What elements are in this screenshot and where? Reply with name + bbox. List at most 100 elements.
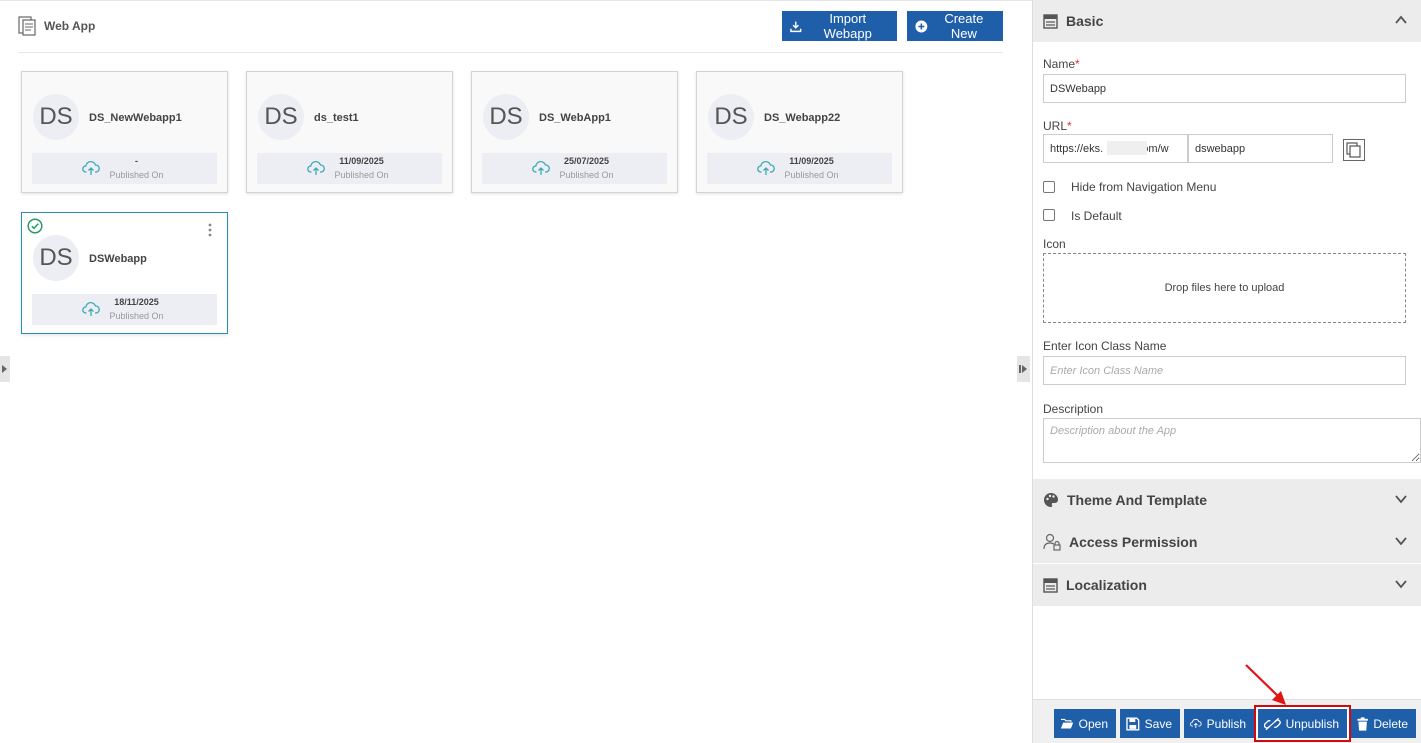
section-access-header[interactable]: Access Permission [1033,521,1421,563]
caret-right-icon [2,365,7,373]
unlink-icon [1264,717,1281,730]
card-avatar: DS [708,94,754,140]
section-basic-header[interactable]: Basic [1033,0,1421,42]
redacted-url-segment [1107,141,1147,155]
card-name: DS_Webapp22 [764,112,841,124]
delete-button[interactable]: Delete [1351,709,1416,738]
right-panel-toggle[interactable] [1017,356,1030,382]
app-root: Web App Import Webapp Create New DS DS_N… [0,0,1421,743]
page-title: Web App [44,19,96,33]
check-circle-icon [27,218,43,234]
section-localization-title: Localization [1066,577,1147,593]
copy-icon[interactable] [1343,139,1365,161]
open-label: Open [1078,716,1108,731]
card-published-date: - [135,156,138,166]
name-label-text: Name [1043,57,1076,71]
form-icon [1043,13,1058,29]
open-button[interactable]: Open [1054,709,1116,738]
palette-icon [1044,493,1058,507]
card-avatar: DS [33,94,79,140]
url-label-text: URL [1043,119,1068,133]
unpublish-label: Unpublish [1285,716,1339,731]
hide-from-nav-label: Hide from Navigation Menu [1071,180,1217,194]
card-name: DS_WebApp1 [539,112,611,124]
icon-label: Icon [1043,237,1066,251]
more-options-icon[interactable] [205,222,215,238]
card-published-info: 11/09/2025 Published On [257,153,442,184]
unpublish-button[interactable]: Unpublish [1258,709,1347,738]
card-published-info: - Published On [32,153,217,184]
form-icon [1043,577,1058,593]
dropzone-text: Drop files here to upload [1164,282,1285,294]
required-mark: * [1067,119,1072,133]
card-name: DSWebapp [89,253,147,265]
save-icon [1126,716,1140,731]
card-published-info: 11/09/2025 Published On [707,153,892,184]
create-new-button[interactable]: Create New [907,11,1003,41]
section-theme-title: Theme And Template [1067,492,1208,508]
section-localization-header[interactable]: Localization [1033,564,1421,606]
description-label: Description [1043,402,1104,416]
card-avatar: DS [483,94,529,140]
card-published-date: 25/07/2025 [563,156,610,166]
name-input[interactable] [1043,74,1406,103]
section-access-title: Access Permission [1069,534,1198,550]
webapp-card[interactable]: DS DS_NewWebapp1 - Published On [21,71,228,193]
webapp-icon [18,16,36,36]
save-label: Save [1144,716,1172,731]
import-webapp-label: Import Webapp [823,11,872,41]
section-theme-header[interactable]: Theme And Template [1033,479,1421,521]
delete-label: Delete [1373,716,1408,731]
chevron-down-icon [1395,580,1407,589]
card-published-label: Published On [559,170,614,180]
icon-dropzone[interactable]: Drop files here to upload [1043,253,1406,323]
cloud-upload-icon [1190,718,1202,729]
user-lock-icon [1043,533,1061,551]
card-published-label: Published On [109,170,164,180]
hide-from-nav-checkbox[interactable] [1043,181,1055,193]
webapp-card-selected[interactable]: DS DSWebapp 18/11/2025 Published On [21,212,228,334]
folder-open-icon [1060,718,1074,729]
trash-icon [1357,716,1368,731]
card-published-label: Published On [334,170,389,180]
is-default-checkbox[interactable] [1043,209,1055,221]
required-mark: * [1075,57,1080,71]
card-published-label: Published On [784,170,839,180]
card-published-date: 18/11/2025 [114,297,159,307]
description-textarea[interactable] [1043,418,1421,463]
url-label: URL* [1043,119,1072,133]
publish-button[interactable]: Publish [1184,709,1254,738]
webapp-card[interactable]: DS ds_test1 11/09/2025 Published On [246,71,453,193]
chevron-up-icon [1395,15,1407,24]
card-published-date: 11/09/2025 [339,156,384,166]
plus-circle-icon [915,20,928,32]
webapp-card[interactable]: DS DS_WebApp1 25/07/2025 Published On [471,71,678,193]
webapp-properties-panel: Basic Name* URL* Hide from Navigation Me… [1032,0,1421,743]
section-basic-title: Basic [1066,13,1104,29]
publish-label: Publish [1206,716,1246,731]
page-header: Web App Import Webapp Create New [18,11,1003,53]
save-button[interactable]: Save [1120,709,1180,738]
card-name: DS_NewWebapp1 [89,112,182,124]
card-published-info: 25/07/2025 Published On [482,153,667,184]
name-label: Name* [1043,57,1080,71]
import-webapp-button[interactable]: Import Webapp [782,11,897,41]
create-new-label: Create New [944,11,984,41]
is-default-label: Is Default [1071,209,1122,223]
chevron-down-icon [1395,537,1407,546]
webapp-list-area: Web App Import Webapp Create New DS DS_N… [0,0,1032,743]
card-name: ds_test1 [314,112,359,124]
webapp-card[interactable]: DS DS_Webapp22 11/09/2025 Published On [696,71,903,193]
url-slug-input[interactable] [1188,134,1333,163]
icon-class-input[interactable] [1043,356,1406,385]
card-avatar: DS [33,235,79,281]
card-avatar: DS [258,94,304,140]
collapse-right-icon [1019,365,1027,373]
chevron-down-icon [1395,495,1407,504]
download-icon [790,21,802,32]
left-panel-toggle[interactable] [0,356,10,382]
panel-footer-actions: Open Save Publish Unpublish Delete [1033,699,1421,743]
card-published-info: 18/11/2025 Published On [32,294,217,325]
card-published-date: 11/09/2025 [789,156,834,166]
card-published-label: Published On [109,311,164,321]
